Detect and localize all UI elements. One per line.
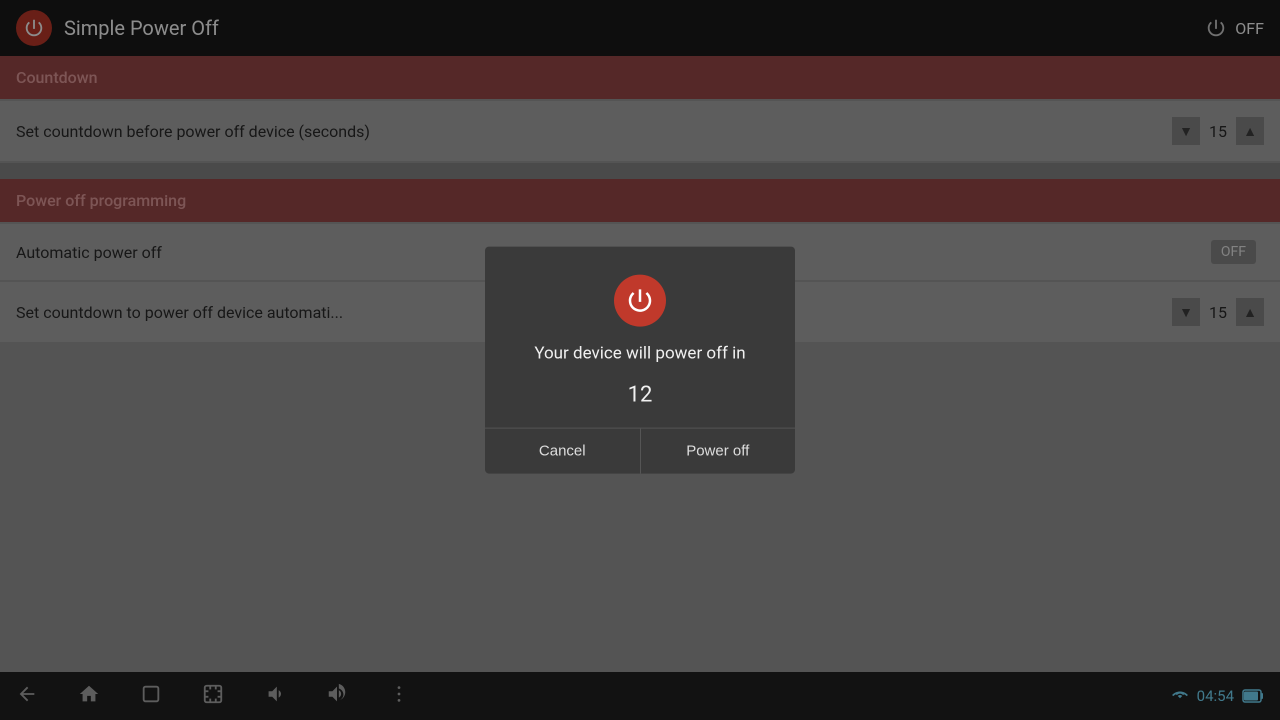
power-off-dialog: Your device will power off in 12 Cancel … (485, 247, 795, 474)
cancel-button[interactable]: Cancel (485, 428, 641, 473)
dialog-body: Your device will power off in 12 (485, 247, 795, 428)
power-off-button[interactable]: Power off (641, 428, 796, 473)
dialog-countdown: 12 (628, 382, 653, 407)
dialog-buttons: Cancel Power off (485, 427, 795, 473)
dialog-power-icon (614, 275, 666, 327)
dialog-message: Your device will power off in (534, 343, 745, 367)
